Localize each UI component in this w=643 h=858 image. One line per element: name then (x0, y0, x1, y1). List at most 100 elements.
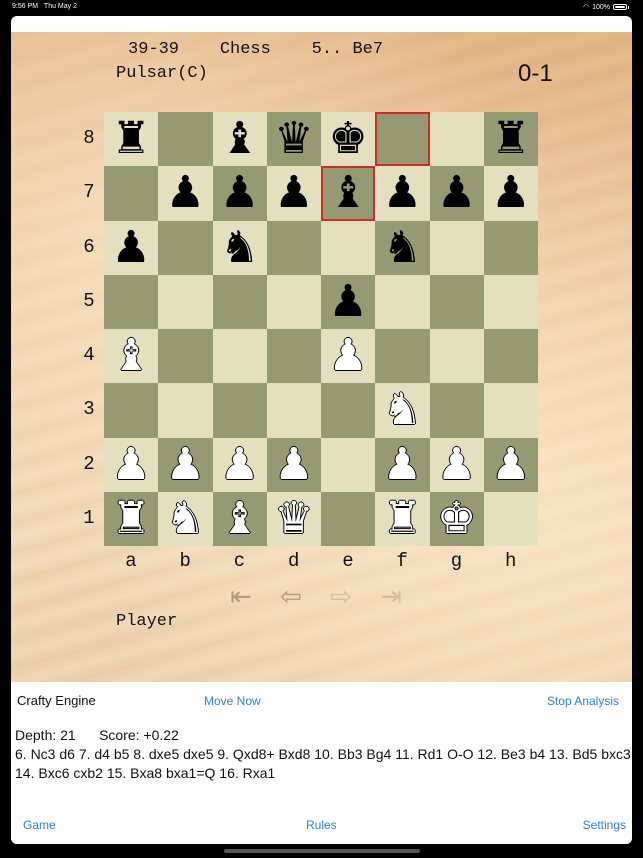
square-e1[interactable] (321, 491, 376, 546)
white-king-icon[interactable]: ♚ (437, 496, 476, 541)
rules-button[interactable]: Rules (306, 818, 337, 832)
black-knight-icon[interactable]: ♞ (383, 225, 422, 270)
white-rook-icon[interactable]: ♜ (111, 496, 150, 541)
square-b7[interactable]: ♟ (158, 166, 213, 221)
square-b2[interactable]: ♟ (158, 437, 213, 492)
black-king-icon[interactable]: ♚ (328, 117, 367, 161)
white-pawn-icon[interactable]: ♟ (166, 442, 205, 487)
white-pawn-icon[interactable]: ♟ (491, 442, 530, 487)
white-bishop-icon[interactable]: ♝ (220, 496, 259, 541)
square-a5[interactable] (104, 274, 159, 329)
square-f4[interactable] (375, 329, 430, 384)
square-d7[interactable]: ♟ (266, 166, 321, 221)
black-pawn-icon[interactable]: ♟ (166, 171, 205, 215)
last-move-button[interactable]: ⇥ (369, 581, 413, 611)
square-e5[interactable]: ♟ (321, 274, 376, 329)
home-indicator[interactable] (224, 849, 420, 853)
square-c6[interactable]: ♞ (212, 220, 267, 275)
square-e6[interactable] (321, 220, 376, 275)
white-pawn-icon[interactable]: ♟ (220, 442, 259, 487)
square-a3[interactable] (104, 383, 159, 438)
white-rook-icon[interactable]: ♜ (383, 496, 422, 541)
white-bishop-icon[interactable]: ♝ (111, 334, 150, 378)
square-b4[interactable] (158, 329, 213, 384)
move-now-button[interactable]: Move Now (204, 694, 261, 708)
square-b8[interactable] (158, 112, 213, 167)
square-a4[interactable]: ♝ (104, 329, 159, 384)
square-d3[interactable] (266, 383, 321, 438)
square-h5[interactable] (483, 274, 538, 329)
black-pawn-icon[interactable]: ♟ (437, 171, 476, 215)
square-f1[interactable]: ♜ (375, 491, 430, 546)
square-h1[interactable] (483, 491, 538, 546)
square-f2[interactable]: ♟ (375, 437, 430, 492)
square-f5[interactable] (375, 274, 430, 329)
back-button[interactable]: ⇦ (269, 581, 313, 611)
square-f7[interactable]: ♟ (375, 166, 430, 221)
black-bishop-icon[interactable]: ♝ (328, 171, 367, 215)
white-pawn-icon[interactable]: ♟ (328, 334, 367, 378)
square-b1[interactable]: ♞ (158, 491, 213, 546)
white-pawn-icon[interactable]: ♟ (111, 442, 150, 487)
game-button[interactable]: Game (23, 818, 56, 832)
square-d4[interactable] (266, 329, 321, 384)
square-e2[interactable] (321, 437, 376, 492)
black-pawn-icon[interactable]: ♟ (220, 171, 259, 215)
square-f6[interactable]: ♞ (375, 220, 430, 275)
square-f3[interactable]: ♞ (375, 383, 430, 438)
square-a7[interactable] (104, 166, 159, 221)
square-b6[interactable] (158, 220, 213, 275)
square-b5[interactable] (158, 274, 213, 329)
square-a6[interactable]: ♟ (104, 220, 159, 275)
white-knight-icon[interactable]: ♞ (166, 496, 205, 541)
square-a2[interactable]: ♟ (104, 437, 159, 492)
square-c1[interactable]: ♝ (212, 491, 267, 546)
chess-board[interactable]: ♜ ♝ ♛ ♚ ♜ ♟ ♟ ♟ ♝ ♟ ♟ ♟ ♟ ♞ ♞ ♟ ♝ ♟ ♞ ♟ ♟ ♟ ♟ ♟ ♟ ♟ ♜ ♞ ♝ ♛ ♜ ♚ (104, 112, 538, 546)
settings-button[interactable]: Settings (583, 818, 626, 832)
black-rook-icon[interactable]: ♜ (491, 117, 530, 161)
square-e8[interactable]: ♚ (321, 112, 376, 167)
square-h8[interactable]: ♜ (483, 112, 538, 167)
square-a8[interactable]: ♜ (104, 112, 159, 167)
white-pawn-icon[interactable]: ♟ (437, 442, 476, 487)
black-bishop-icon[interactable]: ♝ (220, 117, 259, 161)
square-h3[interactable] (483, 383, 538, 438)
square-e3[interactable] (321, 383, 376, 438)
square-h4[interactable] (483, 329, 538, 384)
forward-button[interactable]: ⇨ (319, 581, 363, 611)
white-knight-icon[interactable]: ♞ (383, 388, 422, 432)
square-c5[interactable] (212, 274, 267, 329)
square-d2[interactable]: ♟ (266, 437, 321, 492)
square-e4[interactable]: ♟ (321, 329, 376, 384)
square-g2[interactable]: ♟ (429, 437, 484, 492)
square-c7[interactable]: ♟ (212, 166, 267, 221)
square-d6[interactable] (266, 220, 321, 275)
square-b3[interactable] (158, 383, 213, 438)
square-a1[interactable]: ♜ (104, 491, 159, 546)
stop-analysis-button[interactable]: Stop Analysis (547, 694, 619, 708)
square-e7[interactable]: ♝ (321, 166, 376, 221)
black-pawn-icon[interactable]: ♟ (328, 279, 367, 324)
black-pawn-icon[interactable]: ♟ (274, 171, 313, 215)
black-rook-icon[interactable]: ♜ (111, 117, 150, 161)
square-g6[interactable] (429, 220, 484, 275)
white-pawn-icon[interactable]: ♟ (383, 442, 422, 487)
square-d1[interactable]: ♛ (266, 491, 321, 546)
square-c3[interactable] (212, 383, 267, 438)
square-c8[interactable]: ♝ (212, 112, 267, 167)
square-c4[interactable] (212, 329, 267, 384)
square-g7[interactable]: ♟ (429, 166, 484, 221)
square-g8[interactable] (429, 112, 484, 167)
square-d8[interactable]: ♛ (266, 112, 321, 167)
white-queen-icon[interactable]: ♛ (274, 496, 313, 541)
square-h7[interactable]: ♟ (483, 166, 538, 221)
black-knight-icon[interactable]: ♞ (220, 225, 259, 270)
black-pawn-icon[interactable]: ♟ (111, 225, 150, 270)
square-d5[interactable] (266, 274, 321, 329)
square-g3[interactable] (429, 383, 484, 438)
square-g5[interactable] (429, 274, 484, 329)
white-pawn-icon[interactable]: ♟ (274, 442, 313, 487)
square-c2[interactable]: ♟ (212, 437, 267, 492)
black-pawn-icon[interactable]: ♟ (383, 171, 422, 215)
black-queen-icon[interactable]: ♛ (274, 117, 313, 161)
